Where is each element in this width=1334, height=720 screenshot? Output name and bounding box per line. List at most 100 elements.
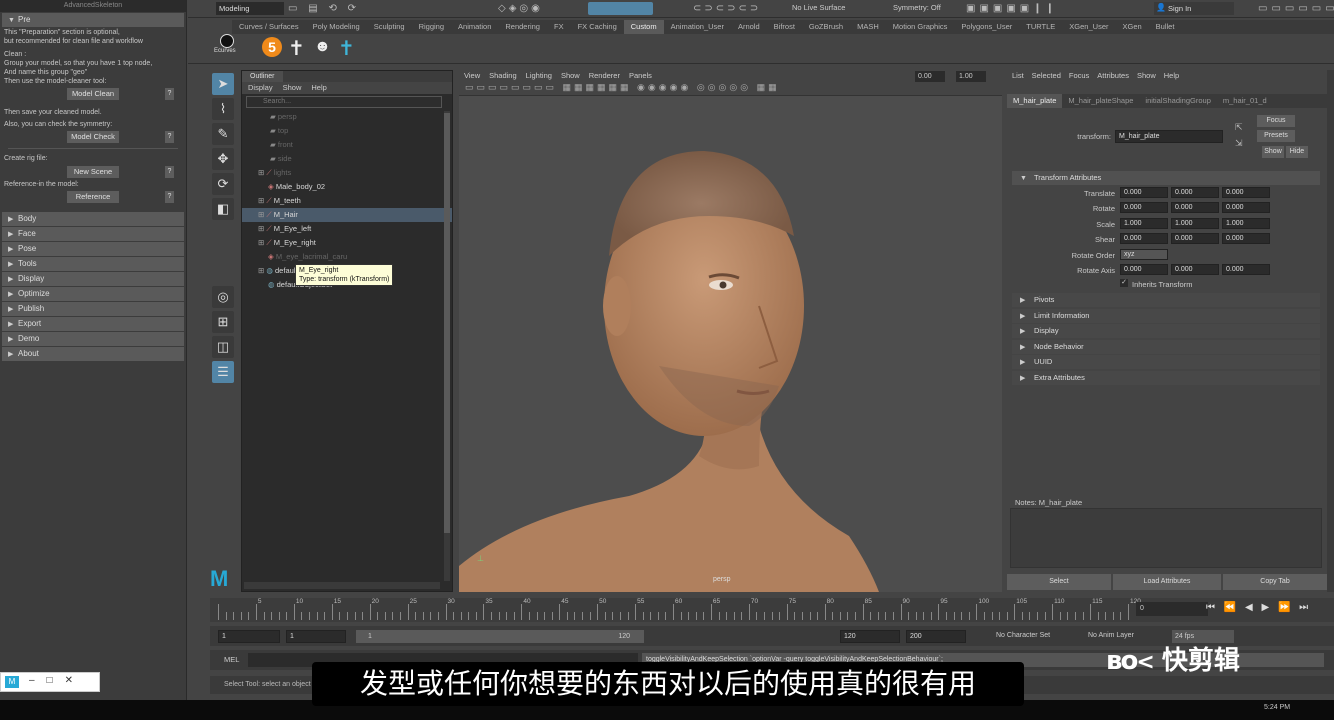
rotate-axis-x[interactable]: 0.000 — [1120, 264, 1168, 275]
rotate-tool-icon[interactable]: ⟳ — [212, 173, 234, 195]
ae-section-display[interactable]: ▶ Display — [1012, 324, 1320, 338]
select-mode-icons[interactable]: ◇◈◎◉ — [498, 3, 543, 14]
outliner-hscrollbar[interactable] — [244, 582, 440, 589]
scale-z[interactable]: 1.000 — [1222, 218, 1270, 229]
outliner-item[interactable]: ▰ top — [242, 124, 452, 138]
snap-tools-icons[interactable]: ⊂⊃⊂⊃⊂⊃ — [693, 3, 761, 14]
transform-attributes-section[interactable]: ▼ Transform Attributes — [1012, 171, 1320, 185]
live-surface[interactable]: No Live Surface — [792, 3, 845, 12]
rotate-axis-y[interactable]: 0.000 — [1171, 264, 1219, 275]
outliner-layout-icon[interactable]: ☰ — [212, 361, 234, 383]
shelf-tab-animation[interactable]: Animation — [451, 20, 498, 34]
section-about[interactable]: ▶ About — [2, 347, 184, 361]
inherits-checkbox[interactable]: ✓ — [1120, 279, 1128, 287]
outliner-item[interactable]: ⊞ ⟋ lights — [242, 166, 452, 180]
scale-tool-icon[interactable]: ◧ — [212, 198, 234, 220]
panel-icons[interactable]: ▭▭▭▭▭▭▭▭ ▦▦▦▦▦▦ ◉◉◉◉◉ ◎◎◎◎◎ ▦▦ — [459, 82, 780, 92]
viewport-menu-renderer[interactable]: Renderer — [589, 71, 620, 80]
anim-layer-select[interactable]: No Anim Layer — [1088, 632, 1134, 639]
shelf-tab-rendering[interactable]: Rendering — [498, 20, 547, 34]
shelf-tab-mash[interactable]: MASH — [850, 20, 886, 34]
sign-in-button[interactable]: Sign In — [1154, 2, 1234, 15]
outliner-scrollbar[interactable] — [444, 111, 450, 581]
shelf-tab-xgen[interactable]: XGen — [1115, 20, 1148, 34]
mode-select[interactable]: Modeling — [216, 2, 284, 15]
shelf-tab-rigging[interactable]: Rigging — [412, 20, 451, 34]
shear-y[interactable]: 0.000 — [1171, 233, 1219, 244]
range-slider[interactable]: 1 120 — [356, 630, 644, 643]
rotate-z[interactable]: 0.000 — [1222, 202, 1270, 213]
outliner-item[interactable]: ▰ persp — [242, 110, 452, 124]
snap-icons[interactable] — [588, 2, 653, 15]
section-face[interactable]: ▶ Face — [2, 227, 184, 241]
translate-z[interactable]: 0.000 — [1222, 187, 1270, 198]
ae-menu-show[interactable]: Show — [1137, 71, 1156, 80]
range-end-field[interactable]: 120 — [840, 630, 900, 643]
ae-section-limit-information[interactable]: ▶ Limit Information — [1012, 308, 1320, 323]
shear-z[interactable]: 0.000 — [1222, 233, 1270, 244]
reference-button[interactable]: Reference — [67, 191, 119, 203]
shelf-tab-motion-graphics[interactable]: Motion Graphics — [886, 20, 955, 34]
outliner-menu-display[interactable]: Display — [248, 83, 273, 92]
outliner-menu-show[interactable]: Show — [283, 83, 302, 92]
focus-arrow-icon[interactable]: ⇱ — [1235, 122, 1243, 133]
scale-y[interactable]: 1.000 — [1171, 218, 1219, 229]
shear-x[interactable]: 0.000 — [1120, 233, 1168, 244]
shelf-tab-bullet[interactable]: Bullet — [1149, 20, 1182, 34]
start-time-field[interactable]: 1 — [218, 630, 280, 643]
current-frame-field[interactable]: 0 — [1136, 602, 1208, 616]
outliner-item[interactable]: ⊞ ⟋ M_Hair — [242, 208, 452, 222]
ae-section-pivots[interactable]: ▶ Pivots — [1012, 293, 1320, 307]
shelf-tab-fx[interactable]: FX — [547, 20, 571, 34]
single-pane-icon[interactable]: ◎ — [212, 286, 234, 308]
outliner-item[interactable]: ⊞ ⟋ M_teeth — [242, 194, 452, 208]
shelf-tab-arnold[interactable]: Arnold — [731, 20, 767, 34]
character-set-select[interactable]: No Character Set — [996, 632, 1050, 639]
model-check-button[interactable]: Model Check — [67, 131, 119, 143]
show-button[interactable]: Show — [1262, 146, 1284, 158]
ae-tab[interactable]: M_hair_plateShape — [1062, 94, 1139, 108]
symmetry-select[interactable]: Symmetry: Off — [893, 3, 941, 12]
ae-section-node-behavior[interactable]: ▶ Node Behavior — [1012, 339, 1320, 354]
shelf-tab-poly-modeling[interactable]: Poly Modeling — [306, 20, 367, 34]
section-optimize[interactable]: ▶ Optimize — [2, 287, 184, 301]
ae-tab[interactable]: M_hair_plate — [1007, 94, 1063, 108]
section-tools[interactable]: ▶ Tools — [2, 257, 184, 271]
section-demo[interactable]: ▶ Demo — [2, 332, 184, 346]
shelf-tab-custom[interactable]: Custom — [623, 20, 664, 34]
help-button[interactable]: ? — [165, 88, 174, 100]
shelf-tab-sculpting[interactable]: Sculpting — [367, 20, 412, 34]
gamma-field[interactable]: 1.00 — [956, 71, 986, 82]
move-tool-icon[interactable]: ✥ — [212, 148, 234, 170]
rotate-order-select[interactable]: xyz — [1120, 249, 1168, 260]
load-attributes-button[interactable]: Load Attributes — [1113, 574, 1221, 590]
focus-button[interactable]: Focus — [1257, 115, 1295, 127]
copy-tab-button[interactable]: Copy Tab — [1223, 574, 1327, 590]
ae-tab[interactable]: initialShadingGroup — [1139, 94, 1216, 108]
section-display[interactable]: ▶ Display — [2, 272, 184, 286]
window-controls-icons[interactable]: –□✕ — [29, 675, 85, 686]
lasso-tool-icon[interactable]: ⌇ — [212, 98, 234, 120]
two-pane-icon[interactable]: ◫ — [212, 336, 234, 358]
taskbar-window[interactable]: M –□✕ — [0, 672, 100, 692]
ae-menu-focus[interactable]: Focus — [1069, 71, 1089, 80]
translate-y[interactable]: 0.000 — [1171, 187, 1219, 198]
viewport-menu-shading[interactable]: Shading — [489, 71, 517, 80]
shelf-tab-polygons-user[interactable]: Polygons_User — [954, 20, 1019, 34]
viewport-menu-lighting[interactable]: Lighting — [526, 71, 552, 80]
ecurves-icon[interactable] — [220, 34, 234, 48]
outliner-item[interactable]: ◈ M_eye_lacrimal_caru — [242, 250, 452, 264]
playback-controls-icons[interactable]: ⏮ ⏪ ◀ ▶ ⏩ ⏭ — [1206, 602, 1311, 613]
shelf-tab-turtle[interactable]: TURTLE — [1019, 20, 1062, 34]
help-button[interactable]: ? — [165, 166, 174, 178]
blue-figure-icon[interactable]: ✝ — [338, 36, 355, 61]
ae-menu-selected[interactable]: Selected — [1032, 71, 1061, 80]
outliner-item[interactable]: ⊞ ⟋ M_Eye_left — [242, 222, 452, 236]
select-button[interactable]: Select — [1007, 574, 1111, 590]
rotate-x[interactable]: 0.000 — [1120, 202, 1168, 213]
ae-tab[interactable]: m_hair_01_d — [1217, 94, 1273, 108]
scale-x[interactable]: 1.000 — [1120, 218, 1168, 229]
advanced-skeleton-icon[interactable]: 5 — [262, 37, 282, 57]
side-tabs[interactable] — [1327, 70, 1334, 592]
rotate-axis-z[interactable]: 0.000 — [1222, 264, 1270, 275]
